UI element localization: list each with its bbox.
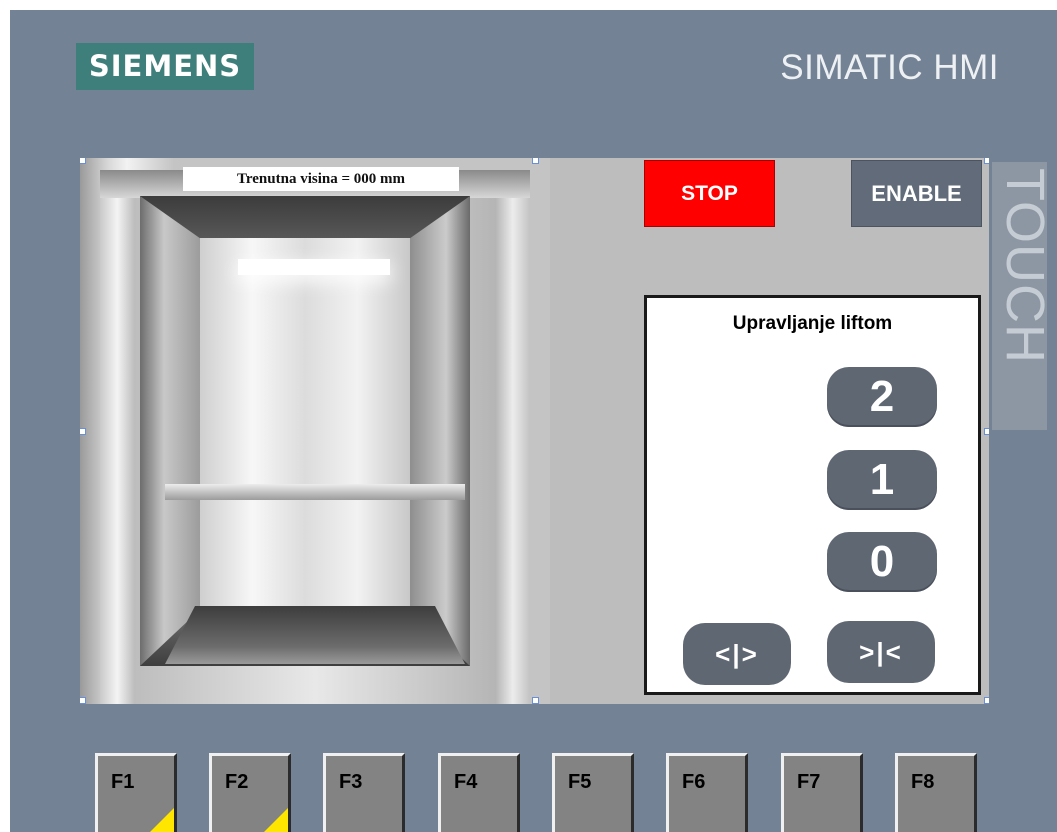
open-doors-button[interactable]: <|> bbox=[683, 623, 791, 685]
selection-handle bbox=[80, 697, 86, 704]
elevator-back-wall bbox=[200, 238, 410, 610]
function-key-f2[interactable]: F2 bbox=[209, 753, 291, 832]
function-key-label: F3 bbox=[339, 771, 363, 793]
elevator-cabin-image: Trenutna visina = 000 mm bbox=[80, 158, 550, 704]
key-indicator-icon bbox=[150, 808, 174, 832]
function-key-label: F4 bbox=[454, 771, 478, 793]
function-key-label: F5 bbox=[568, 771, 592, 793]
close-doors-button[interactable]: >|< bbox=[827, 621, 935, 683]
function-key-label: F1 bbox=[111, 771, 135, 793]
simatic-hmi-title: SIMATIC HMI bbox=[780, 48, 999, 87]
stop-button[interactable]: STOP bbox=[644, 160, 775, 227]
function-key-f7[interactable]: F7 bbox=[781, 753, 863, 832]
selection-handle bbox=[80, 428, 86, 435]
function-key-label: F7 bbox=[797, 771, 821, 793]
function-key-f4[interactable]: F4 bbox=[438, 753, 520, 832]
touch-bezel-label: TOUCH bbox=[992, 162, 1047, 430]
elevator-left-wall bbox=[140, 196, 200, 666]
function-key-f3[interactable]: F3 bbox=[323, 753, 405, 832]
floor-2-button[interactable]: 2 bbox=[827, 367, 937, 427]
enable-button[interactable]: ENABLE bbox=[851, 160, 982, 227]
selection-handle bbox=[984, 428, 989, 435]
siemens-logo: SIEMENS bbox=[76, 43, 254, 90]
hmi-screen: Trenutna visina = 000 mm STOP ENABLE Upr… bbox=[80, 158, 989, 704]
function-key-f1[interactable]: F1 bbox=[95, 753, 177, 832]
function-key-f5[interactable]: F5 bbox=[552, 753, 634, 832]
height-readout: Trenutna visina = 000 mm bbox=[183, 167, 459, 191]
selection-handle bbox=[984, 697, 989, 704]
floor-0-button[interactable]: 0 bbox=[827, 532, 937, 592]
selection-handle bbox=[80, 158, 86, 164]
touch-text: TOUCH bbox=[995, 168, 1047, 365]
handrail bbox=[165, 484, 465, 500]
function-key-f6[interactable]: F6 bbox=[666, 753, 748, 832]
key-indicator-icon bbox=[264, 808, 288, 832]
selection-handle bbox=[984, 158, 989, 164]
lift-control-panel: Upravljanje liftom 2 1 0 <|> >|< bbox=[644, 295, 981, 695]
selection-handle bbox=[532, 697, 539, 704]
function-key-label: F6 bbox=[682, 771, 706, 793]
function-key-label: F8 bbox=[911, 771, 935, 793]
function-key-label: F2 bbox=[225, 771, 249, 793]
floor-1-button[interactable]: 1 bbox=[827, 450, 937, 510]
selection-handle bbox=[532, 158, 539, 164]
elevator-floor bbox=[165, 606, 465, 664]
control-panel-title: Upravljanje liftom bbox=[732, 313, 893, 334]
ceiling-light bbox=[238, 259, 390, 275]
function-key-f8[interactable]: F8 bbox=[895, 753, 977, 832]
elevator-right-wall bbox=[410, 196, 470, 666]
